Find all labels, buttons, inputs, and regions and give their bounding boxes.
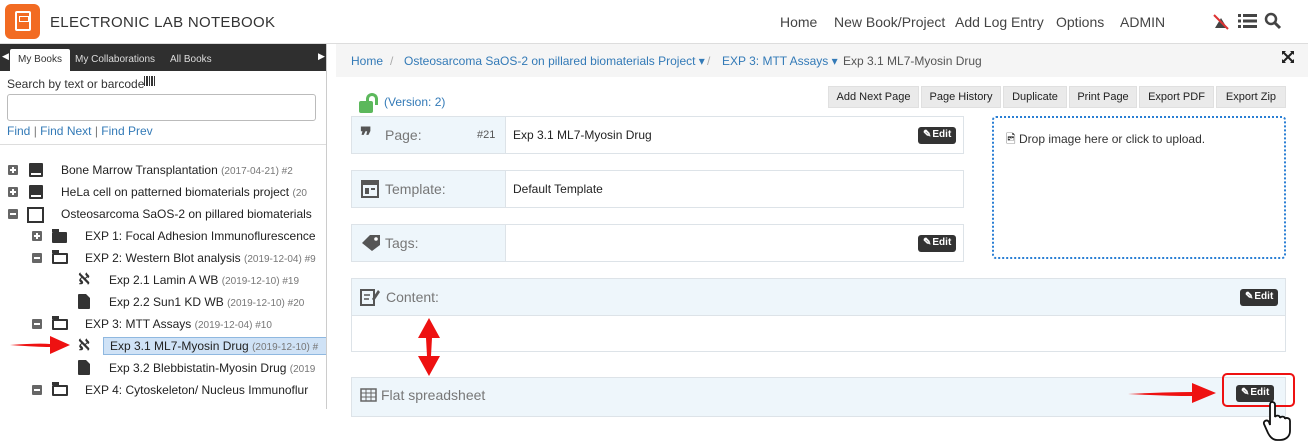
- open-folder-icon: [52, 250, 68, 264]
- annotation-arrow-left: [8, 333, 72, 360]
- page-title-value: Exp 3.1 ML7-Myosin Drug: [513, 128, 652, 142]
- collapse-icon[interactable]: [32, 385, 42, 395]
- dna-icon: ℵ: [78, 271, 90, 288]
- template-field: Template: Default Template: [351, 170, 964, 208]
- list-icon[interactable]: [1238, 12, 1258, 35]
- find-link[interactable]: Find: [7, 124, 30, 138]
- spreadsheet-label: Flat spreadsheet: [381, 387, 486, 403]
- image-icon: 🖻: [1006, 132, 1016, 146]
- find-next-link[interactable]: Find Next: [40, 124, 91, 138]
- content-label: Content:: [386, 289, 439, 305]
- template-icon: [361, 180, 379, 203]
- content-section: Content: ✎Edit: [351, 278, 1286, 352]
- tree-item-book[interactable]: Osteosarcoma SaOS-2 on pillared biomater…: [61, 207, 312, 227]
- tab-my-books[interactable]: My Books: [10, 49, 70, 71]
- tree-item-folder[interactable]: EXP 3: MTT Assays (2019-12-04) #10: [85, 317, 272, 337]
- edit-content-button[interactable]: ✎Edit: [1240, 289, 1279, 306]
- template-label: Template:: [385, 181, 446, 197]
- table-icon: [360, 386, 377, 407]
- tree-item-book[interactable]: Bone Marrow Transplantation (2017-04-21)…: [61, 163, 293, 183]
- tree-item-page[interactable]: Exp 3.2 Blebbistatin-Myosin Drug (2019: [109, 361, 315, 381]
- tree-item-folder[interactable]: EXP 1: Focal Adhesion Immunoflurescence: [85, 229, 316, 249]
- expand-icon[interactable]: [32, 231, 42, 241]
- dropzone-text: Drop image here or click to upload.: [1019, 132, 1206, 146]
- open-folder-icon: [52, 316, 68, 330]
- page-field: ❞ Page: #21 Exp 3.1 ML7-Myosin Drug ✎Edi…: [351, 116, 964, 154]
- unlock-icon[interactable]: [359, 93, 379, 113]
- fullscreen-icon[interactable]: [1281, 50, 1295, 68]
- export-zip-button[interactable]: Export Zip: [1216, 86, 1286, 108]
- collapse-icon[interactable]: [8, 209, 18, 219]
- top-navbar: ELECTRONIC LAB NOTEBOOK Home New Book/Pr…: [0, 0, 1308, 44]
- breadcrumb-project[interactable]: Osteosarcoma SaOS-2 on pillared biomater…: [404, 54, 705, 68]
- page-number: #21: [477, 129, 496, 141]
- search-label: Search by text or barcode: [7, 77, 145, 91]
- nav-options[interactable]: Options: [1056, 14, 1104, 30]
- add-next-page-button[interactable]: Add Next Page: [828, 86, 919, 108]
- expand-icon[interactable]: [8, 187, 18, 197]
- version-link[interactable]: (Version: 2): [384, 95, 445, 109]
- breadcrumb-experiment[interactable]: EXP 3: MTT Assays ▾: [722, 54, 838, 68]
- export-pdf-button[interactable]: Export PDF: [1139, 86, 1214, 108]
- sidebar-tabbar: ◀ My Books My Collaborations All Books ▶: [0, 44, 326, 71]
- file-icon: [78, 294, 90, 309]
- tab-scroll-right-icon[interactable]: ▶: [318, 51, 325, 62]
- barcode-icon: [144, 76, 156, 86]
- breadcrumb: Home / Osteosarcoma SaOS-2 on pillared b…: [336, 44, 1308, 77]
- tree-item-book[interactable]: HeLa cell on patterned biomaterials proj…: [61, 185, 307, 205]
- nav-add-log-entry[interactable]: Add Log Entry: [955, 14, 1044, 30]
- search-input[interactable]: [7, 94, 316, 121]
- fire-off-icon[interactable]: [1211, 12, 1231, 37]
- quote-icon: ❞: [360, 123, 372, 148]
- tab-my-collaborations[interactable]: My Collaborations: [75, 49, 155, 71]
- open-book-icon: [27, 207, 44, 223]
- expand-icon[interactable]: [8, 165, 18, 175]
- tree-item-page[interactable]: Exp 2.1 Lamin A WB (2019-12-10) #19: [109, 273, 299, 293]
- breadcrumb-current: Exp 3.1 ML7-Myosin Drug: [843, 54, 982, 68]
- nav-new-book-project[interactable]: New Book/Project: [834, 14, 945, 30]
- annotation-arrow-right: [1126, 380, 1218, 409]
- edit-tags-button[interactable]: ✎Edit: [918, 235, 957, 252]
- annotation-arrow-down: [415, 316, 443, 381]
- template-value: Default Template: [513, 182, 603, 196]
- collapse-icon[interactable]: [32, 319, 42, 329]
- image-dropzone[interactable]: 🖻 Drop image here or click to upload.: [992, 116, 1286, 259]
- collapse-icon[interactable]: [32, 253, 42, 263]
- file-icon: [78, 360, 90, 375]
- tree-item-page-selected[interactable]: Exp 3.1 ML7-Myosin Drug (2019-12-10) #: [103, 337, 326, 359]
- breadcrumb-home[interactable]: Home: [351, 54, 383, 68]
- tags-field: Tags: ✎Edit: [351, 224, 964, 262]
- tree-item-folder[interactable]: EXP 4: Cytoskeleton/ Nucleus Immunoflur: [85, 383, 308, 403]
- tab-all-books[interactable]: All Books: [170, 49, 212, 71]
- open-folder-icon: [52, 382, 68, 396]
- find-links: Find | Find Next | Find Prev: [7, 124, 153, 138]
- dna-icon: ℵ: [78, 337, 90, 354]
- nav-admin[interactable]: ADMIN: [1120, 14, 1165, 30]
- tree-item-page[interactable]: Exp 2.2 Sun1 KD WB (2019-12-10) #20: [109, 295, 304, 315]
- app-title: ELECTRONIC LAB NOTEBOOK: [50, 14, 276, 31]
- book-icon: [29, 163, 43, 177]
- nav-home[interactable]: Home: [780, 14, 817, 30]
- tab-scroll-left-icon[interactable]: ◀: [2, 51, 9, 62]
- edit-note-icon: [360, 287, 380, 312]
- search-icon[interactable]: [1264, 12, 1282, 35]
- duplicate-button[interactable]: Duplicate: [1003, 86, 1067, 108]
- page-label: Page:: [385, 127, 422, 143]
- find-prev-link[interactable]: Find Prev: [101, 124, 152, 138]
- book-icon: [29, 185, 43, 199]
- edit-page-button[interactable]: ✎Edit: [918, 127, 957, 144]
- tags-label: Tags:: [385, 235, 419, 251]
- print-page-button[interactable]: Print Page: [1069, 86, 1137, 108]
- notebook-logo-icon[interactable]: [5, 4, 40, 39]
- page-history-button[interactable]: Page History: [921, 86, 1001, 108]
- folder-icon: [52, 229, 67, 243]
- tag-icon: [361, 234, 381, 257]
- tree-item-folder[interactable]: EXP 2: Western Blot analysis (2019-12-04…: [85, 251, 316, 271]
- hand-pointer-icon: [1262, 400, 1294, 445]
